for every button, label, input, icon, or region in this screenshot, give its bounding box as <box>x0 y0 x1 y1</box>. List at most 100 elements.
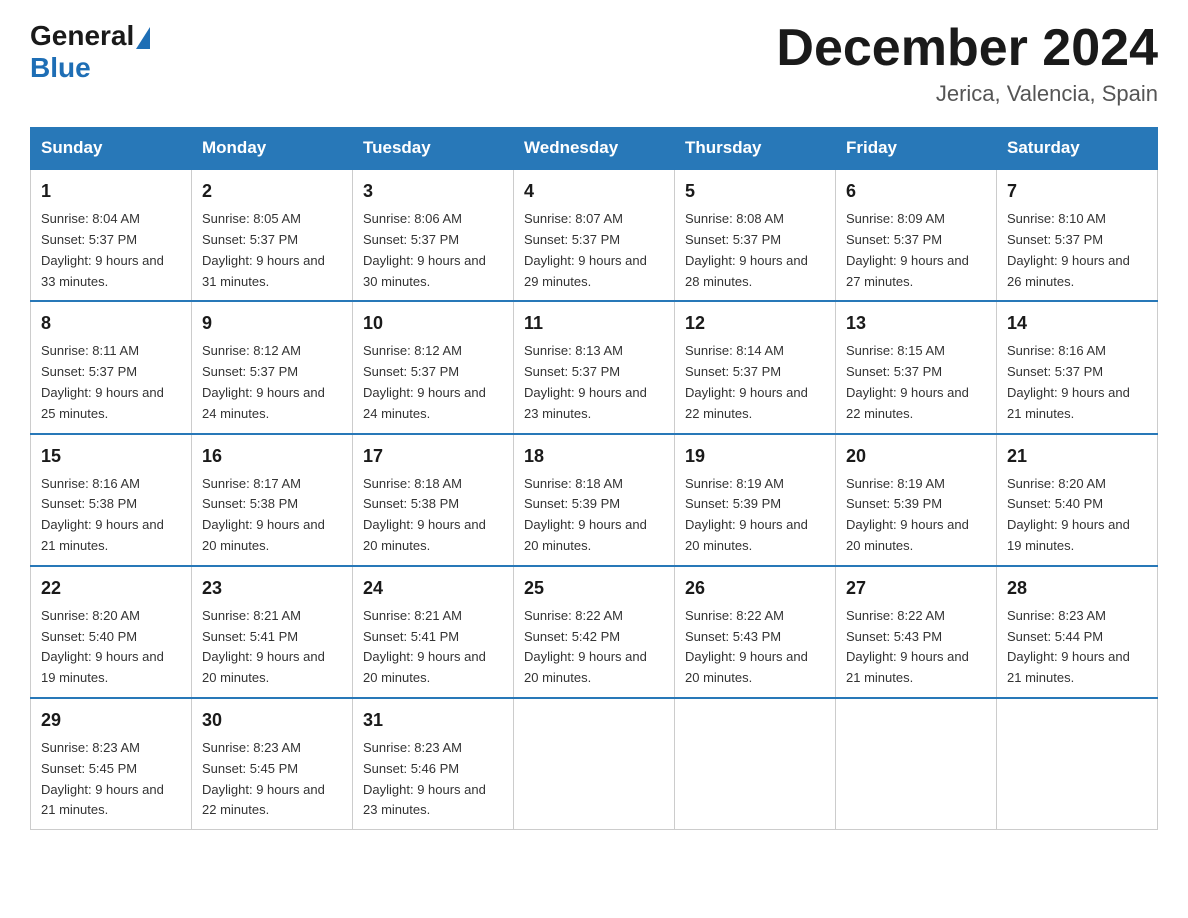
day-info: Sunrise: 8:23 AMSunset: 5:45 PMDaylight:… <box>41 740 164 817</box>
day-info: Sunrise: 8:11 AMSunset: 5:37 PMDaylight:… <box>41 343 164 420</box>
table-row: 8 Sunrise: 8:11 AMSunset: 5:37 PMDayligh… <box>31 301 192 433</box>
table-row: 6 Sunrise: 8:09 AMSunset: 5:37 PMDayligh… <box>836 169 997 301</box>
day-info: Sunrise: 8:05 AMSunset: 5:37 PMDaylight:… <box>202 211 325 288</box>
day-number: 10 <box>363 310 503 337</box>
calendar-table: Sunday Monday Tuesday Wednesday Thursday… <box>30 127 1158 830</box>
day-number: 29 <box>41 707 181 734</box>
day-info: Sunrise: 8:12 AMSunset: 5:37 PMDaylight:… <box>363 343 486 420</box>
table-row: 9 Sunrise: 8:12 AMSunset: 5:37 PMDayligh… <box>192 301 353 433</box>
day-info: Sunrise: 8:07 AMSunset: 5:37 PMDaylight:… <box>524 211 647 288</box>
day-info: Sunrise: 8:17 AMSunset: 5:38 PMDaylight:… <box>202 476 325 553</box>
table-row: 14 Sunrise: 8:16 AMSunset: 5:37 PMDaylig… <box>997 301 1158 433</box>
day-info: Sunrise: 8:21 AMSunset: 5:41 PMDaylight:… <box>363 608 486 685</box>
table-row: 19 Sunrise: 8:19 AMSunset: 5:39 PMDaylig… <box>675 434 836 566</box>
calendar-week-row: 8 Sunrise: 8:11 AMSunset: 5:37 PMDayligh… <box>31 301 1158 433</box>
location-subtitle: Jerica, Valencia, Spain <box>776 81 1158 107</box>
day-info: Sunrise: 8:22 AMSunset: 5:43 PMDaylight:… <box>846 608 969 685</box>
day-number: 20 <box>846 443 986 470</box>
table-row: 23 Sunrise: 8:21 AMSunset: 5:41 PMDaylig… <box>192 566 353 698</box>
table-row: 30 Sunrise: 8:23 AMSunset: 5:45 PMDaylig… <box>192 698 353 830</box>
day-number: 14 <box>1007 310 1147 337</box>
logo-blue-text: Blue <box>30 52 91 84</box>
header-thursday: Thursday <box>675 128 836 170</box>
header-saturday: Saturday <box>997 128 1158 170</box>
day-info: Sunrise: 8:06 AMSunset: 5:37 PMDaylight:… <box>363 211 486 288</box>
table-row: 24 Sunrise: 8:21 AMSunset: 5:41 PMDaylig… <box>353 566 514 698</box>
table-row: 2 Sunrise: 8:05 AMSunset: 5:37 PMDayligh… <box>192 169 353 301</box>
day-info: Sunrise: 8:22 AMSunset: 5:43 PMDaylight:… <box>685 608 808 685</box>
day-number: 26 <box>685 575 825 602</box>
table-row: 15 Sunrise: 8:16 AMSunset: 5:38 PMDaylig… <box>31 434 192 566</box>
day-info: Sunrise: 8:18 AMSunset: 5:38 PMDaylight:… <box>363 476 486 553</box>
table-row: 27 Sunrise: 8:22 AMSunset: 5:43 PMDaylig… <box>836 566 997 698</box>
day-info: Sunrise: 8:23 AMSunset: 5:44 PMDaylight:… <box>1007 608 1130 685</box>
table-row: 18 Sunrise: 8:18 AMSunset: 5:39 PMDaylig… <box>514 434 675 566</box>
day-number: 24 <box>363 575 503 602</box>
day-number: 23 <box>202 575 342 602</box>
day-number: 3 <box>363 178 503 205</box>
table-row <box>675 698 836 830</box>
day-info: Sunrise: 8:09 AMSunset: 5:37 PMDaylight:… <box>846 211 969 288</box>
day-number: 25 <box>524 575 664 602</box>
day-number: 1 <box>41 178 181 205</box>
day-number: 28 <box>1007 575 1147 602</box>
day-number: 21 <box>1007 443 1147 470</box>
header-friday: Friday <box>836 128 997 170</box>
table-row: 31 Sunrise: 8:23 AMSunset: 5:46 PMDaylig… <box>353 698 514 830</box>
day-info: Sunrise: 8:18 AMSunset: 5:39 PMDaylight:… <box>524 476 647 553</box>
day-number: 8 <box>41 310 181 337</box>
day-number: 22 <box>41 575 181 602</box>
day-info: Sunrise: 8:08 AMSunset: 5:37 PMDaylight:… <box>685 211 808 288</box>
day-info: Sunrise: 8:23 AMSunset: 5:45 PMDaylight:… <box>202 740 325 817</box>
logo: General Blue <box>30 20 152 84</box>
day-number: 16 <box>202 443 342 470</box>
day-info: Sunrise: 8:12 AMSunset: 5:37 PMDaylight:… <box>202 343 325 420</box>
day-number: 30 <box>202 707 342 734</box>
day-number: 17 <box>363 443 503 470</box>
day-number: 5 <box>685 178 825 205</box>
day-number: 11 <box>524 310 664 337</box>
title-area: December 2024 Jerica, Valencia, Spain <box>776 20 1158 107</box>
table-row: 1 Sunrise: 8:04 AMSunset: 5:37 PMDayligh… <box>31 169 192 301</box>
calendar-header-row: Sunday Monday Tuesday Wednesday Thursday… <box>31 128 1158 170</box>
table-row: 22 Sunrise: 8:20 AMSunset: 5:40 PMDaylig… <box>31 566 192 698</box>
day-number: 18 <box>524 443 664 470</box>
table-row: 3 Sunrise: 8:06 AMSunset: 5:37 PMDayligh… <box>353 169 514 301</box>
day-number: 13 <box>846 310 986 337</box>
day-number: 31 <box>363 707 503 734</box>
table-row: 20 Sunrise: 8:19 AMSunset: 5:39 PMDaylig… <box>836 434 997 566</box>
day-info: Sunrise: 8:19 AMSunset: 5:39 PMDaylight:… <box>846 476 969 553</box>
day-number: 9 <box>202 310 342 337</box>
table-row: 21 Sunrise: 8:20 AMSunset: 5:40 PMDaylig… <box>997 434 1158 566</box>
header-tuesday: Tuesday <box>353 128 514 170</box>
table-row: 12 Sunrise: 8:14 AMSunset: 5:37 PMDaylig… <box>675 301 836 433</box>
day-number: 4 <box>524 178 664 205</box>
header-wednesday: Wednesday <box>514 128 675 170</box>
day-info: Sunrise: 8:19 AMSunset: 5:39 PMDaylight:… <box>685 476 808 553</box>
day-info: Sunrise: 8:04 AMSunset: 5:37 PMDaylight:… <box>41 211 164 288</box>
day-number: 15 <box>41 443 181 470</box>
table-row: 5 Sunrise: 8:08 AMSunset: 5:37 PMDayligh… <box>675 169 836 301</box>
table-row: 28 Sunrise: 8:23 AMSunset: 5:44 PMDaylig… <box>997 566 1158 698</box>
day-info: Sunrise: 8:10 AMSunset: 5:37 PMDaylight:… <box>1007 211 1130 288</box>
header-sunday: Sunday <box>31 128 192 170</box>
table-row: 16 Sunrise: 8:17 AMSunset: 5:38 PMDaylig… <box>192 434 353 566</box>
calendar-week-row: 22 Sunrise: 8:20 AMSunset: 5:40 PMDaylig… <box>31 566 1158 698</box>
day-info: Sunrise: 8:15 AMSunset: 5:37 PMDaylight:… <box>846 343 969 420</box>
day-info: Sunrise: 8:23 AMSunset: 5:46 PMDaylight:… <box>363 740 486 817</box>
header-monday: Monday <box>192 128 353 170</box>
day-number: 2 <box>202 178 342 205</box>
day-info: Sunrise: 8:20 AMSunset: 5:40 PMDaylight:… <box>41 608 164 685</box>
month-title: December 2024 <box>776 20 1158 77</box>
day-number: 19 <box>685 443 825 470</box>
day-info: Sunrise: 8:22 AMSunset: 5:42 PMDaylight:… <box>524 608 647 685</box>
day-number: 27 <box>846 575 986 602</box>
table-row: 26 Sunrise: 8:22 AMSunset: 5:43 PMDaylig… <box>675 566 836 698</box>
table-row <box>997 698 1158 830</box>
table-row: 25 Sunrise: 8:22 AMSunset: 5:42 PMDaylig… <box>514 566 675 698</box>
table-row <box>836 698 997 830</box>
day-info: Sunrise: 8:13 AMSunset: 5:37 PMDaylight:… <box>524 343 647 420</box>
day-info: Sunrise: 8:21 AMSunset: 5:41 PMDaylight:… <box>202 608 325 685</box>
day-number: 6 <box>846 178 986 205</box>
table-row: 11 Sunrise: 8:13 AMSunset: 5:37 PMDaylig… <box>514 301 675 433</box>
